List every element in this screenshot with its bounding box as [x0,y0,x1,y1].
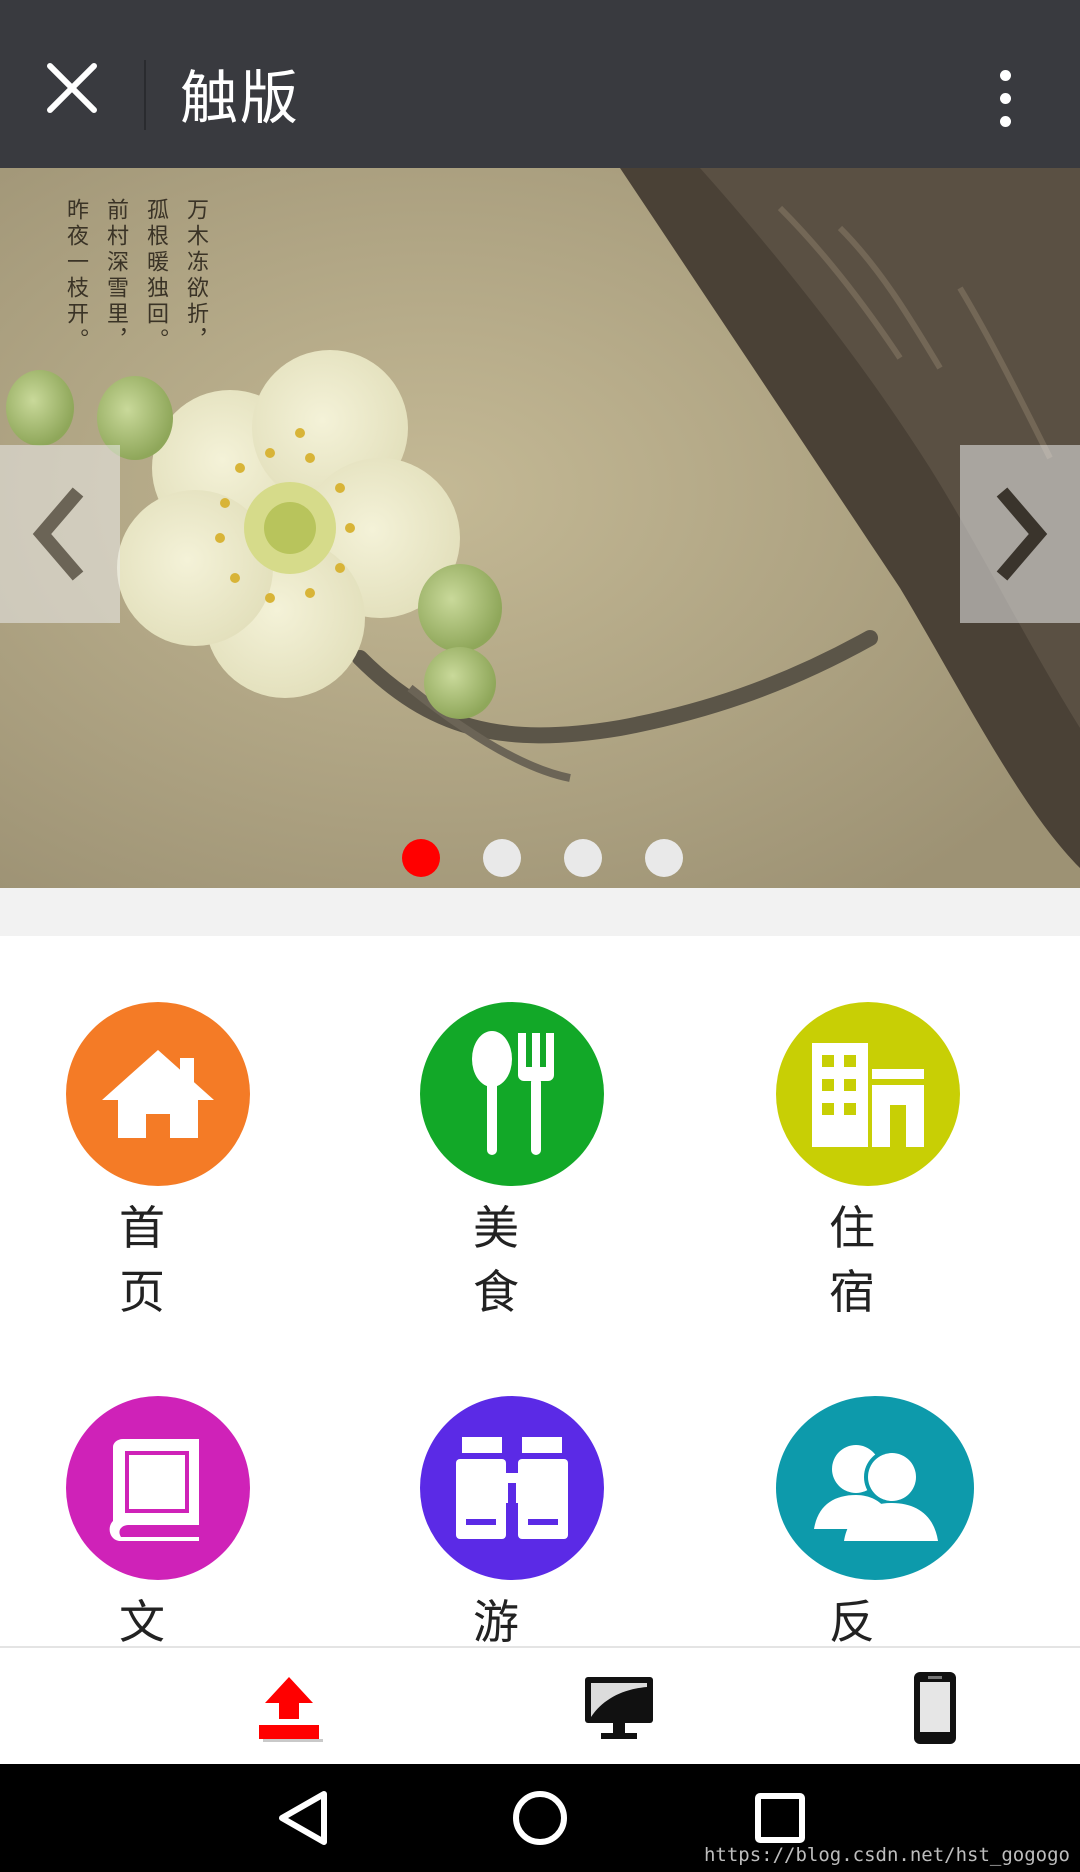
carousel-prev-button[interactable] [0,445,120,623]
carousel-dot-3[interactable] [564,839,602,877]
poem-text: 万木冻欲折， 孤根暖独回。 前村深雪里， 昨夜一枝开。 [62,198,208,354]
utensils-icon [472,1031,554,1155]
book-icon [109,1439,199,1541]
desktop-icon [585,1677,653,1739]
carousel-indicators [0,839,1080,879]
poem-line: 万木冻欲折， [183,198,208,354]
close-icon [47,63,97,113]
grid-item-lodging[interactable]: 住宿 [776,1002,1036,1319]
chevron-right-icon [996,487,1048,581]
building-icon [812,1043,924,1147]
nav-back-icon [279,1791,327,1845]
binoculars-icon [456,1437,568,1539]
upload-icon [259,1677,323,1742]
carousel-dot-4[interactable] [645,839,683,877]
grid-item-label: 反 [829,1595,875,1646]
grid-item-icon-circle [66,1396,250,1580]
grid-item-icon-circle [66,1002,250,1186]
section-spacer [0,888,1080,936]
grid-item-food[interactable]: 美食 [420,1002,680,1319]
grid-item-label: 住宿 [829,1201,875,1319]
more-dot [999,92,1011,104]
more-options-button[interactable] [970,58,1040,138]
upload-button[interactable] [244,1666,334,1750]
nav-back-button[interactable] [262,1782,342,1854]
mobile-icon [914,1672,956,1744]
users-icon [814,1445,938,1541]
poem-line: 昨夜一枝开。 [63,198,88,354]
home-icon [102,1050,214,1138]
system-navigation-bar: https://blog.csdn.net/hst_gogogo [0,1764,1080,1872]
grid-item-icon-circle [420,1396,604,1580]
poem-line: 孤根暖独回。 [143,198,168,354]
mobile-view-button[interactable] [890,1666,980,1750]
grid-item-label: 首页 [119,1201,165,1319]
more-dot [999,115,1011,127]
grid-item-label: 文 [119,1595,165,1646]
grid-item-icon-circle [776,1396,974,1580]
watermark-text: https://blog.csdn.net/hst_gogogo [703,1844,1070,1866]
carousel-next-button[interactable] [960,445,1080,623]
close-button[interactable] [30,46,114,130]
grid-item-home[interactable]: 首页 [66,1002,326,1319]
title-bar: 触版 [0,0,1080,168]
chevron-left-icon [32,487,84,581]
grid-item-feedback[interactable]: 反 [776,1396,1036,1646]
image-carousel[interactable]: 万木冻欲折， 孤根暖独回。 前村深雪里， 昨夜一枝开。 [0,168,1080,888]
more-vertical-icon [999,69,1011,81]
nav-home-icon [513,1791,567,1845]
poem-line: 前村深雪里， [103,198,128,354]
title-divider [144,60,146,130]
carousel-dot-2[interactable] [483,839,521,877]
page-title: 触版 [180,64,301,132]
grid-item-icon-circle [420,1002,604,1186]
grid-item-icon-circle [776,1002,960,1186]
carousel-dot-1[interactable] [402,839,440,877]
grid-item-label: 美食 [473,1201,519,1319]
nav-home-button[interactable] [500,1782,580,1854]
bottom-toolbar [0,1646,1080,1764]
category-grid: 首页 美食 住宿 文 游 反 [0,936,1080,1646]
grid-item-culture[interactable]: 文 [66,1396,326,1646]
grid-item-travel[interactable]: 游 [420,1396,680,1646]
desktop-view-button[interactable] [574,1666,664,1750]
nav-recents-icon [755,1793,805,1843]
grid-item-label: 游 [473,1595,519,1646]
